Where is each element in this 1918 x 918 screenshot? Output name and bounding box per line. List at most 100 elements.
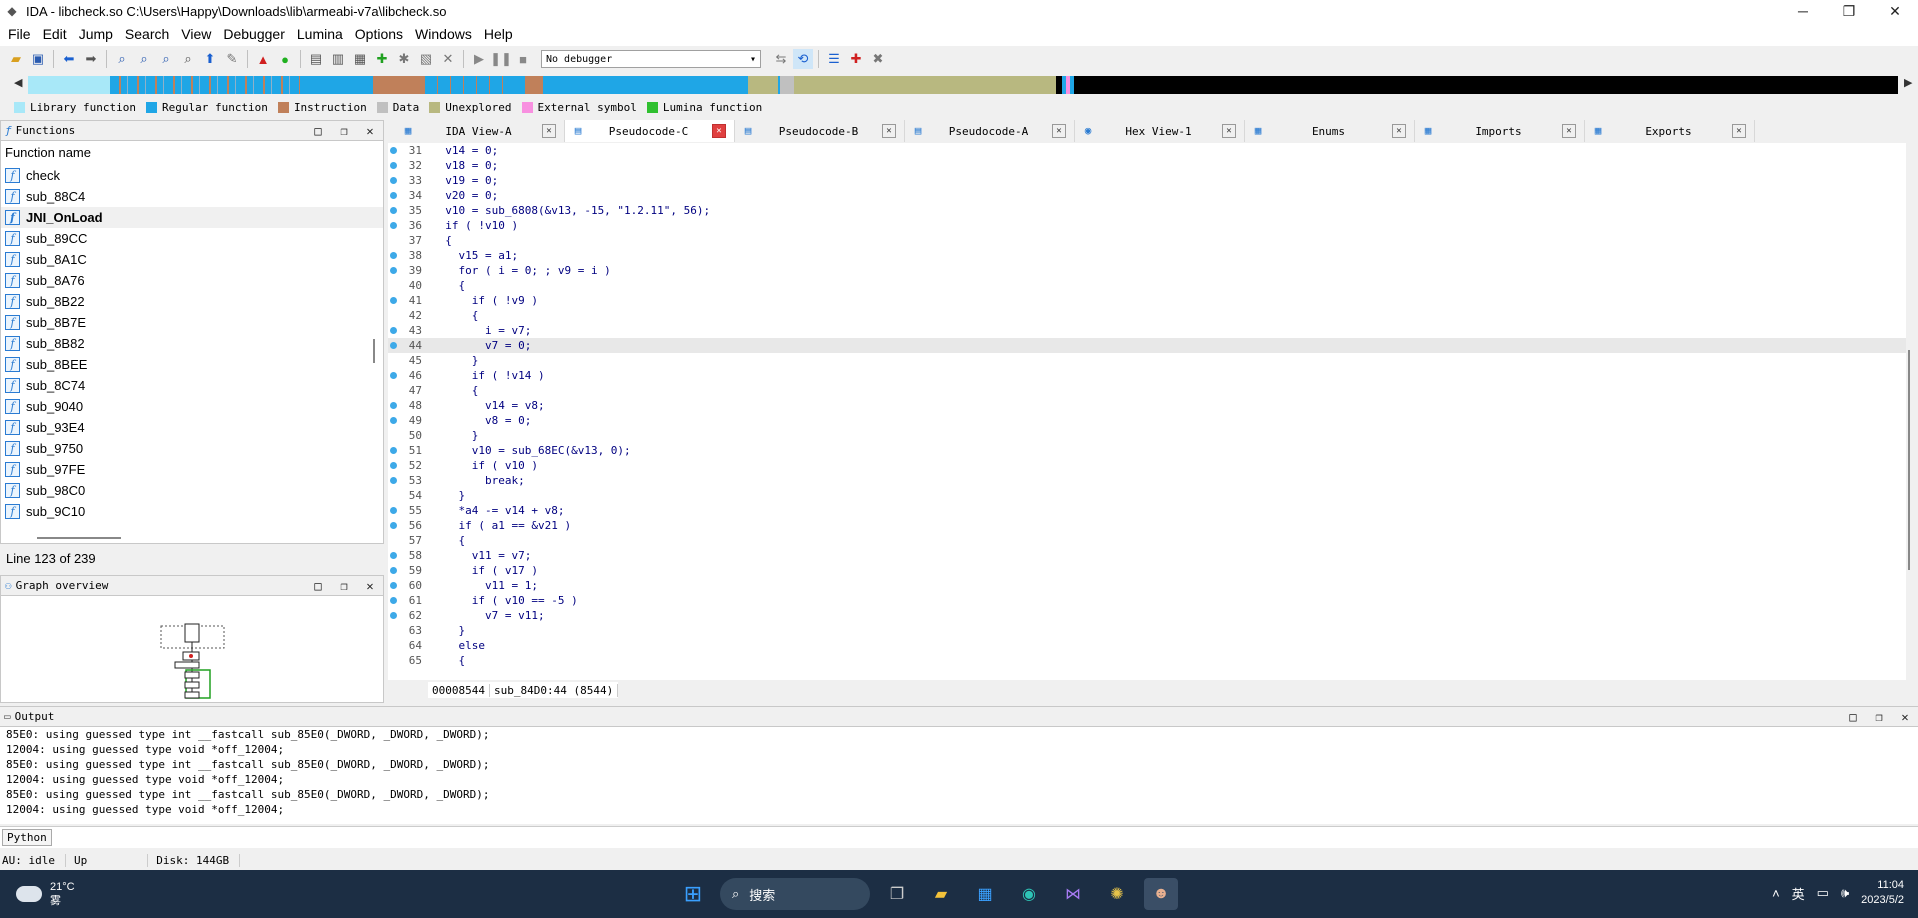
breakpoint-dot-icon[interactable] (388, 398, 398, 413)
function-list-item[interactable]: f sub_97FE (1, 459, 383, 480)
panel-float-icon[interactable]: ❐ (331, 579, 357, 593)
panel-float-icon[interactable]: ❐ (331, 124, 357, 138)
panel-maximize-icon[interactable]: □ (305, 579, 331, 593)
tab-enums[interactable]: ▦ Enums ✕ (1245, 120, 1415, 142)
function-list-item[interactable]: f sub_98C0 (1, 480, 383, 501)
panel-float-icon[interactable]: ❐ (1866, 710, 1892, 724)
code-line[interactable]: 52 if ( v10 ) (388, 458, 1906, 473)
code-line[interactable]: 64 else (388, 638, 1906, 653)
code-line[interactable]: 49 v8 = 0; (388, 413, 1906, 428)
breakpoint-gutter[interactable] (388, 308, 398, 323)
breakpoint-dot-icon[interactable] (388, 578, 398, 593)
breakpoint-dot-icon[interactable] (388, 188, 398, 203)
function-list-item[interactable]: f sub_9040 (1, 396, 383, 417)
play-icon[interactable]: ▶ (469, 49, 489, 69)
tab-close-icon[interactable]: ✕ (1562, 124, 1576, 138)
code-line[interactable]: 46 if ( !v14 ) (388, 368, 1906, 383)
breakpoint-remove-icon[interactable]: ✖ (868, 49, 888, 69)
breakpoint-list-icon[interactable]: ☰ (824, 49, 844, 69)
network-icon[interactable]: ▭ (1817, 885, 1829, 901)
function-list-item[interactable]: f sub_8C74 (1, 375, 383, 396)
breakpoint-dot-icon[interactable] (388, 563, 398, 578)
code-line[interactable]: 47 { (388, 383, 1906, 398)
breakpoint-dot-icon[interactable] (388, 218, 398, 233)
ida-active-window-icon[interactable]: ☻ (1144, 878, 1178, 910)
code-line[interactable]: 48 v14 = v8; (388, 398, 1906, 413)
sync-icon[interactable]: ⟲ (793, 49, 813, 69)
taskbar-search[interactable]: ⌕ 搜索 (720, 878, 870, 910)
navigation-band[interactable]: ◀ ▶ (0, 72, 1918, 98)
breakpoint-dot-icon[interactable] (388, 413, 398, 428)
tab-close-icon[interactable]: ✕ (712, 124, 726, 138)
tab-close-icon[interactable]: ✕ (542, 124, 556, 138)
functions-scrollbar[interactable] (373, 339, 375, 363)
green-circle-icon[interactable]: ● (275, 49, 295, 69)
code-line[interactable]: 43 i = v7; (388, 323, 1906, 338)
breakpoint-dot-icon[interactable] (388, 248, 398, 263)
code-line[interactable]: 39 for ( i = 0; ; v9 = i ) (388, 263, 1906, 278)
breakpoint-dot-icon[interactable] (388, 143, 398, 158)
menu-view[interactable]: View (175, 22, 217, 46)
menu-help[interactable]: Help (478, 22, 519, 46)
code-line[interactable]: 53 break; (388, 473, 1906, 488)
breakpoint-gutter[interactable] (388, 638, 398, 653)
breakpoint-gutter[interactable] (388, 653, 398, 668)
function-list-item[interactable]: f sub_8BEE (1, 354, 383, 375)
stop-icon[interactable]: ■ (513, 49, 533, 69)
clock[interactable]: 11:04 2023/5/2 (1861, 878, 1904, 908)
text-search-icon[interactable]: ⌕ (134, 49, 154, 69)
menu-jump[interactable]: Jump (73, 22, 119, 46)
navigation-bar[interactable] (28, 76, 1898, 94)
code-line[interactable]: 60 v11 = 1; (388, 578, 1906, 593)
nav-left-arrow-icon[interactable]: ◀ (14, 76, 22, 89)
menu-lumina[interactable]: Lumina (291, 22, 349, 46)
immediate-search-icon[interactable]: ⌕ (156, 49, 176, 69)
command-input[interactable] (52, 829, 1918, 847)
chevron-up-icon[interactable]: ˄ (1772, 886, 1780, 901)
tab-close-icon[interactable]: ✕ (1222, 124, 1236, 138)
code-line[interactable]: 38 v15 = a1; (388, 248, 1906, 263)
code-line[interactable]: 57 { (388, 533, 1906, 548)
function-list-item[interactable]: f sub_8A76 (1, 270, 383, 291)
breakpoint-add-icon[interactable]: ✚ (846, 49, 866, 69)
breakpoint-gutter[interactable] (388, 428, 398, 443)
add-icon[interactable]: ✚ (372, 49, 392, 69)
code-line[interactable]: 54 } (388, 488, 1906, 503)
function-list-item[interactable]: f sub_8A1C (1, 249, 383, 270)
code-line[interactable]: 44 v7 = 0; (388, 338, 1906, 353)
menu-options[interactable]: Options (349, 22, 409, 46)
menu-windows[interactable]: Windows (409, 22, 478, 46)
code-line[interactable]: 55 *a4 -= v14 + v8; (388, 503, 1906, 518)
function-list-item[interactable]: f sub_8B82 (1, 333, 383, 354)
data-icon[interactable]: ▥ (328, 49, 348, 69)
code-line[interactable]: 65 { (388, 653, 1906, 668)
panel-maximize-icon[interactable]: □ (305, 124, 331, 138)
breakpoint-dot-icon[interactable] (388, 458, 398, 473)
tab-hex-view-1[interactable]: ◉ Hex View-1 ✕ (1075, 120, 1245, 142)
menu-edit[interactable]: Edit (37, 22, 73, 46)
ime-indicator[interactable]: 英 (1792, 884, 1805, 903)
tab-close-icon[interactable]: ✕ (1732, 124, 1746, 138)
breakpoint-dot-icon[interactable] (388, 593, 398, 608)
tab-pseudocode-c[interactable]: ▤ Pseudocode-C ✕ (565, 120, 735, 142)
visual-studio-icon[interactable]: ⋈ (1056, 878, 1090, 910)
breakpoint-gutter[interactable] (388, 233, 398, 248)
open-folder-icon[interactable]: ▰ (6, 49, 26, 69)
nav-right-arrow-icon[interactable]: ▶ (1904, 76, 1912, 89)
code-line[interactable]: 62 v7 = v11; (388, 608, 1906, 623)
breakpoint-gutter[interactable] (388, 533, 398, 548)
menu-file[interactable]: File (2, 22, 37, 46)
minimize-button[interactable]: ─ (1780, 0, 1826, 22)
edge-browser-icon[interactable]: ◉ (1012, 878, 1046, 910)
windows-start-icon[interactable]: ⊞ (676, 878, 710, 910)
breakpoint-dot-icon[interactable] (388, 173, 398, 188)
tab-imports[interactable]: ▦ Imports ✕ (1415, 120, 1585, 142)
breakpoint-dot-icon[interactable] (388, 293, 398, 308)
code-line[interactable]: 61 if ( v10 == -5 ) (388, 593, 1906, 608)
code-line[interactable]: 63 } (388, 623, 1906, 638)
breakpoint-gutter[interactable] (388, 353, 398, 368)
breakpoint-dot-icon[interactable] (388, 203, 398, 218)
function-list-item[interactable]: f check (1, 165, 383, 186)
segment-icon[interactable]: ▧ (416, 49, 436, 69)
menu-search[interactable]: Search (119, 22, 175, 46)
